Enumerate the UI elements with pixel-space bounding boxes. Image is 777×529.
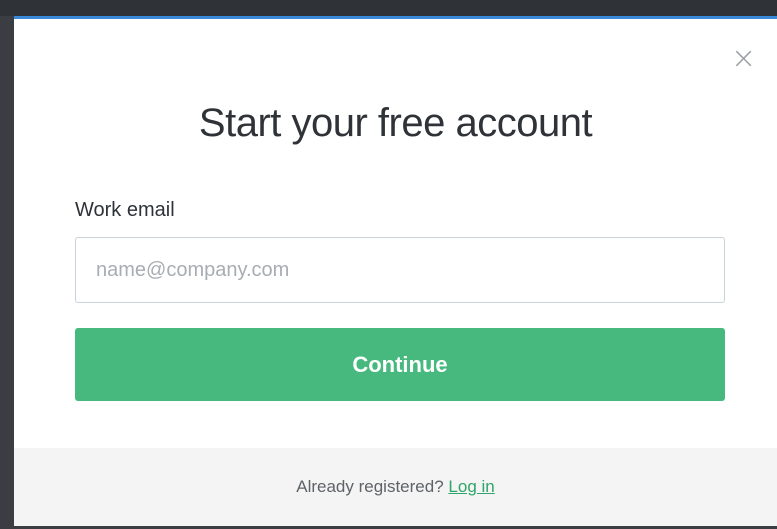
signup-modal: × Start your free account Work email Con… (14, 16, 777, 526)
modal-footer: Already registered? Log in (14, 448, 777, 526)
already-registered-text: Already registered? (296, 477, 444, 496)
continue-button[interactable]: Continue (75, 328, 725, 401)
login-link[interactable]: Log in (448, 477, 494, 496)
modal-title: Start your free account (198, 101, 593, 145)
work-email-label: Work email (75, 199, 175, 221)
close-icon[interactable]: × (731, 44, 756, 74)
backdrop-top-strip (0, 0, 777, 16)
work-email-input[interactable] (75, 237, 725, 303)
